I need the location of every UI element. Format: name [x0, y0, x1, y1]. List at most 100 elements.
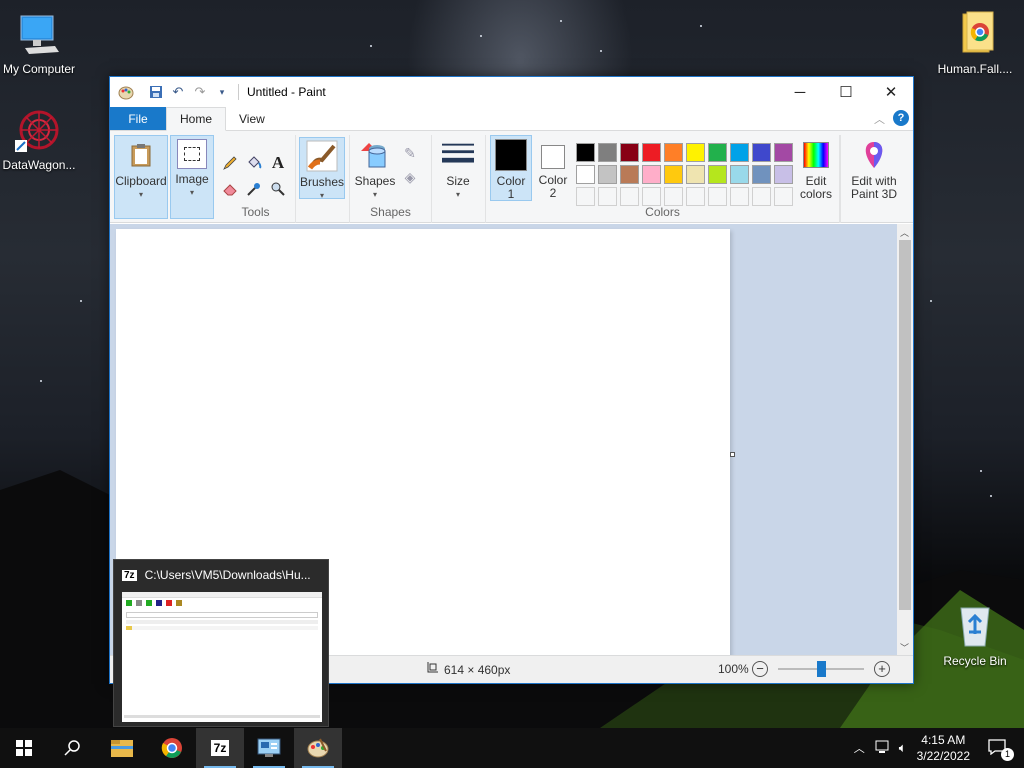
taskbar-app[interactable]	[245, 728, 293, 768]
zoom-out-button[interactable]: −	[752, 661, 768, 677]
scroll-up-icon[interactable]: ︿	[900, 226, 909, 239]
taskbar-file-explorer[interactable]	[98, 728, 146, 768]
close-button[interactable]: ✕	[868, 77, 914, 107]
color-2-button[interactable]: Color 2	[534, 135, 572, 201]
clock[interactable]: 4:15 AM 3/22/2022	[917, 732, 970, 764]
canvas-resize-handle[interactable]	[730, 452, 735, 457]
desktop-icon-label: Human.Fall....	[937, 62, 1013, 76]
search-icon	[64, 740, 80, 756]
color-swatch[interactable]	[752, 165, 771, 184]
desktop-icon-my-computer[interactable]: My Computer	[0, 10, 79, 76]
custom-color-slot[interactable]	[576, 187, 595, 206]
tab-file[interactable]: File	[110, 107, 166, 130]
desktop-icon-recycle-bin[interactable]: Recycle Bin	[935, 602, 1015, 668]
color-swatch[interactable]	[598, 143, 617, 162]
color-swatch[interactable]	[730, 143, 749, 162]
tab-home[interactable]: Home	[166, 107, 227, 131]
fill-bucket-icon[interactable]	[244, 153, 264, 173]
color-swatch[interactable]	[686, 143, 705, 162]
shape-fill-icon[interactable]: ◈	[400, 167, 420, 187]
brushes-button[interactable]: Brushes ▾	[299, 137, 345, 200]
taskbar-chrome[interactable]	[148, 728, 196, 768]
clipboard-icon	[125, 139, 157, 171]
divider	[840, 135, 841, 223]
custom-color-slot[interactable]	[664, 187, 683, 206]
edit-colors-icon	[800, 139, 832, 171]
color-swatch[interactable]	[664, 143, 683, 162]
color-swatch[interactable]	[642, 143, 661, 162]
edit-with-paint-3d-button[interactable]: Edit with Paint 3D	[844, 139, 904, 201]
desktop-icon-datawagon[interactable]: DataWagon...	[0, 106, 79, 172]
outline-icon[interactable]: ✎	[400, 143, 420, 163]
custom-color-slot[interactable]	[598, 187, 617, 206]
taskbar-7zip[interactable]: 7z	[196, 728, 244, 768]
redo-icon[interactable]: ↷	[190, 82, 210, 102]
color-picker-icon[interactable]	[244, 179, 264, 199]
search-button[interactable]	[48, 728, 96, 768]
collapse-ribbon-icon[interactable]: ︿	[874, 111, 885, 127]
custom-color-slot[interactable]	[642, 187, 661, 206]
size-button[interactable]: Size ▾	[436, 139, 480, 199]
edit-colors-label-2: colors	[799, 187, 832, 201]
notification-center-button[interactable]: 1	[988, 739, 1014, 761]
zoom-in-button[interactable]: +	[874, 661, 890, 677]
color-swatch[interactable]	[642, 165, 661, 184]
color-swatch[interactable]	[730, 165, 749, 184]
color-swatch[interactable]	[774, 165, 793, 184]
zoom-slider-thumb[interactable]	[817, 661, 826, 677]
custom-color-slot[interactable]	[752, 187, 771, 206]
taskbar-paint[interactable]	[294, 728, 342, 768]
custom-color-slot[interactable]	[708, 187, 727, 206]
vertical-scrollbar[interactable]: ︿ ﹀	[897, 224, 913, 656]
show-hidden-icons-icon[interactable]: ︿	[854, 740, 865, 756]
edit-colors-button[interactable]: Edit colors	[794, 139, 838, 201]
save-icon[interactable]	[146, 82, 166, 102]
color-swatch[interactable]	[774, 143, 793, 162]
thumbnail-title: C:\Users\VM5\Downloads\Hu...	[144, 568, 311, 582]
custom-color-slot[interactable]	[730, 187, 749, 206]
help-icon[interactable]: ?	[893, 110, 909, 126]
scrollbar-thumb[interactable]	[899, 240, 911, 610]
maximize-button[interactable]: ☐	[823, 77, 869, 107]
color-swatch[interactable]	[752, 143, 771, 162]
pencil-icon[interactable]	[220, 153, 240, 173]
start-button[interactable]	[0, 728, 48, 768]
shapes-label: Shapes	[354, 174, 396, 188]
clipboard-button[interactable]: Clipboard ▾	[114, 135, 168, 219]
color-swatch[interactable]	[686, 165, 705, 184]
shapes-button[interactable]: Shapes ▾	[353, 139, 397, 199]
size-label: Size	[446, 174, 470, 188]
text-tool-icon[interactable]: A	[268, 153, 288, 173]
minimize-button[interactable]: ─	[777, 77, 823, 107]
customize-quick-access-icon[interactable]: ▾	[212, 82, 232, 102]
volume-icon[interactable]: 🔈︎	[899, 740, 907, 756]
color-1-button[interactable]: Color 1	[490, 135, 532, 201]
color-swatch[interactable]	[708, 165, 727, 184]
eraser-icon[interactable]	[220, 179, 240, 199]
paint-app-icon[interactable]	[116, 82, 136, 102]
monitor-app-icon	[257, 738, 281, 757]
thumbnail-header: 7z C:\Users\VM5\Downloads\Hu...	[114, 560, 328, 590]
taskbar-thumbnail-preview[interactable]: 7z C:\Users\VM5\Downloads\Hu...	[113, 559, 329, 727]
custom-color-slot[interactable]	[620, 187, 639, 206]
color-swatch[interactable]	[576, 143, 595, 162]
color-swatch[interactable]	[620, 143, 639, 162]
scroll-down-icon[interactable]: ﹀	[900, 641, 909, 654]
custom-color-slot[interactable]	[686, 187, 705, 206]
color-swatch[interactable]	[620, 165, 639, 184]
thumbnail-window-preview	[122, 592, 322, 722]
tab-view[interactable]: View	[226, 107, 278, 130]
folder-chrome-icon	[951, 10, 999, 58]
color-swatch[interactable]	[664, 165, 683, 184]
color-swatch[interactable]	[576, 165, 595, 184]
desktop-icon-human-fall[interactable]: Human.Fall....	[935, 10, 1015, 76]
undo-icon[interactable]: ↶	[168, 82, 188, 102]
7zip-icon: 7z	[210, 740, 230, 756]
color-swatch[interactable]	[708, 143, 727, 162]
image-button[interactable]: Image ▾	[170, 135, 214, 219]
network-icon[interactable]	[875, 740, 891, 757]
monitor-icon	[15, 10, 63, 58]
custom-color-slot[interactable]	[774, 187, 793, 206]
magnifier-icon[interactable]	[268, 179, 288, 199]
color-swatch[interactable]	[598, 165, 617, 184]
